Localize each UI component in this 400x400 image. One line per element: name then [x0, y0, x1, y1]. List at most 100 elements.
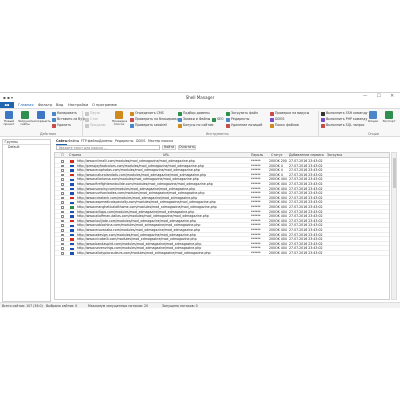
country-flag-icon	[70, 178, 74, 181]
export-button[interactable]: Экспорт	[382, 111, 396, 131]
file-search-button[interactable]: Поиск файлов	[270, 123, 299, 128]
main-panel: Сайты Файлы FTP файлы Домены Редиректы D…	[54, 139, 398, 302]
tab-ftp-files[interactable]: FTP файлы	[81, 139, 99, 144]
search-row: Найти Очистить	[54, 145, 398, 151]
row-checkbox[interactable]	[61, 215, 64, 218]
table-scrollbar[interactable]	[391, 152, 397, 300]
country-flag-icon	[70, 242, 74, 246]
tab-files[interactable]: Файлы	[68, 139, 79, 144]
row-checkbox[interactable]	[61, 192, 64, 195]
tab-redirects[interactable]: Редиректы	[115, 139, 133, 144]
column-password[interactable]: Пароль	[251, 153, 263, 158]
requests-files-button[interactable]: Заявки и Файлы	[178, 117, 210, 122]
country-flag-icon	[70, 219, 74, 223]
sql-query-button[interactable]: Выполнить SQL запрос	[321, 123, 364, 128]
menu-settings[interactable]: Настройки	[68, 103, 88, 107]
row-url[interactable]: http://www.allotypiacouleurs.com/modules…	[77, 251, 247, 256]
column-upload[interactable]: Загрузка	[327, 153, 342, 158]
tab-ddos[interactable]: DDOS	[136, 139, 145, 144]
find-button[interactable]: Найти	[162, 145, 176, 150]
stop-button[interactable]: Стоп	[85, 117, 98, 122]
row-checkbox[interactable]	[61, 196, 64, 200]
pause-button[interactable]: Пауза	[85, 111, 100, 116]
row-checkbox[interactable]	[61, 178, 64, 181]
row-checkbox[interactable]	[61, 238, 64, 241]
row-checkbox[interactable]	[61, 160, 64, 163]
row-checkbox[interactable]	[61, 206, 64, 209]
check-list-button[interactable]: Проверка список	[112, 111, 127, 131]
row-checkbox[interactable]	[61, 183, 64, 186]
status-total-sites: Всего сайтов: 107 (36.0)	[2, 304, 43, 308]
clear-button[interactable]: Очистить	[178, 145, 196, 150]
column-added[interactable]: Добавление сервиса	[289, 153, 324, 158]
group-label-tools: Инструменты	[206, 132, 229, 136]
menu-home[interactable]: Главная	[18, 103, 34, 107]
options-button[interactable]: Опции	[366, 111, 380, 131]
ribbon: Новый проект Загрузить сайты Сохранить К…	[0, 108, 400, 137]
group-label-actions: Действия	[40, 132, 56, 136]
column-url[interactable]: URL	[163, 153, 169, 158]
ssh-command-button[interactable]: Выполнить SSH команду	[321, 111, 368, 116]
country-flag-icon	[70, 229, 74, 232]
export-icon	[385, 111, 393, 119]
row-checkbox[interactable]	[61, 233, 64, 237]
load-sites-icon	[21, 111, 29, 119]
row-checkbox[interactable]	[61, 169, 64, 172]
menu-about[interactable]: О программе	[92, 103, 117, 107]
group-label-options: Опции	[368, 132, 379, 136]
country-flag-icon	[70, 169, 74, 172]
detect-cms-button[interactable]: Определить CMS	[130, 111, 164, 116]
row-checkbox[interactable]	[61, 187, 64, 191]
row-checkbox[interactable]	[61, 210, 64, 214]
remove-positions-button[interactable]: Удаление позиций	[226, 123, 262, 128]
status-running-threads: Запущено потоков: 0	[162, 304, 198, 308]
virus-check-button[interactable]: Проверка на вирусы	[270, 111, 309, 116]
new-project-icon	[5, 111, 13, 119]
row-checkbox[interactable]	[61, 219, 64, 223]
row-checkbox[interactable]	[61, 164, 64, 168]
row-checkbox[interactable]	[61, 252, 64, 255]
row-checkbox[interactable]	[61, 173, 64, 177]
seo-button[interactable]: SEO	[212, 117, 224, 122]
status-selected-sites: Выбрано сайтов: 0	[46, 304, 78, 308]
resume-button[interactable]: Продолж.	[85, 123, 106, 128]
title-bar: ▪ ▪ ▾ Shell Manager — ☐ ✕	[0, 93, 400, 102]
scrollbar-thumb[interactable]	[393, 158, 396, 188]
sites-table: ☐ Страна URL Пароль Статус Добавление се…	[54, 152, 390, 300]
row-checkbox[interactable]	[61, 224, 64, 227]
new-project-button[interactable]: Новый проект	[2, 111, 16, 131]
row-checkbox[interactable]	[61, 247, 64, 250]
country-flag-icon	[70, 233, 74, 237]
php-command-button[interactable]: Выполнить PHP команду	[321, 117, 367, 122]
tab-search-wizard[interactable]: Мастер поиска	[148, 139, 173, 144]
save-button[interactable]: Сохранить	[34, 111, 51, 131]
select-all-checkbox[interactable]: ☐	[61, 153, 64, 158]
row-checkbox[interactable]	[61, 242, 64, 246]
copy-button[interactable]: Копировать	[52, 111, 77, 116]
window-controls[interactable]: — ☐ ✕	[363, 94, 398, 99]
upload-file-button[interactable]: Загрузить файл	[226, 111, 258, 116]
delete-button[interactable]: Удалить	[52, 123, 71, 128]
table-row[interactable]: http://www.allotypiacouleurs.com/modules…	[55, 251, 389, 256]
load-sites-button[interactable]: Загрузить сайты	[18, 111, 34, 131]
country-flag-icon	[70, 247, 74, 250]
menu-filter[interactable]: Фильтр	[38, 103, 52, 107]
row-checkbox[interactable]	[61, 201, 64, 204]
country-flag-icon	[70, 192, 74, 195]
redirects-button[interactable]: Редиректы	[226, 117, 249, 122]
menu-view[interactable]: Вид	[56, 103, 63, 107]
row-checkbox[interactable]	[61, 229, 64, 232]
pick-domains-button[interactable]: Подбор домены	[178, 111, 210, 116]
check-block-button[interactable]: Проверить на блокировку	[130, 117, 179, 122]
column-status[interactable]: Статус	[271, 153, 283, 158]
ddos-button[interactable]: DDOS	[270, 117, 284, 122]
site-bonuses-button[interactable]: Бонусы по сайтам	[178, 123, 213, 128]
paste-button[interactable]: Вставить из буф.	[52, 117, 86, 122]
column-country[interactable]: Страна	[69, 153, 81, 158]
check-seoshell-button[interactable]: Проверить seoshell	[130, 123, 167, 128]
tab-domains[interactable]: Домены	[99, 139, 112, 144]
group-item-default[interactable]: Default	[3, 145, 50, 150]
country-flag-icon	[70, 238, 74, 241]
search-input[interactable]	[56, 145, 160, 150]
country-flag-icon	[70, 252, 74, 255]
